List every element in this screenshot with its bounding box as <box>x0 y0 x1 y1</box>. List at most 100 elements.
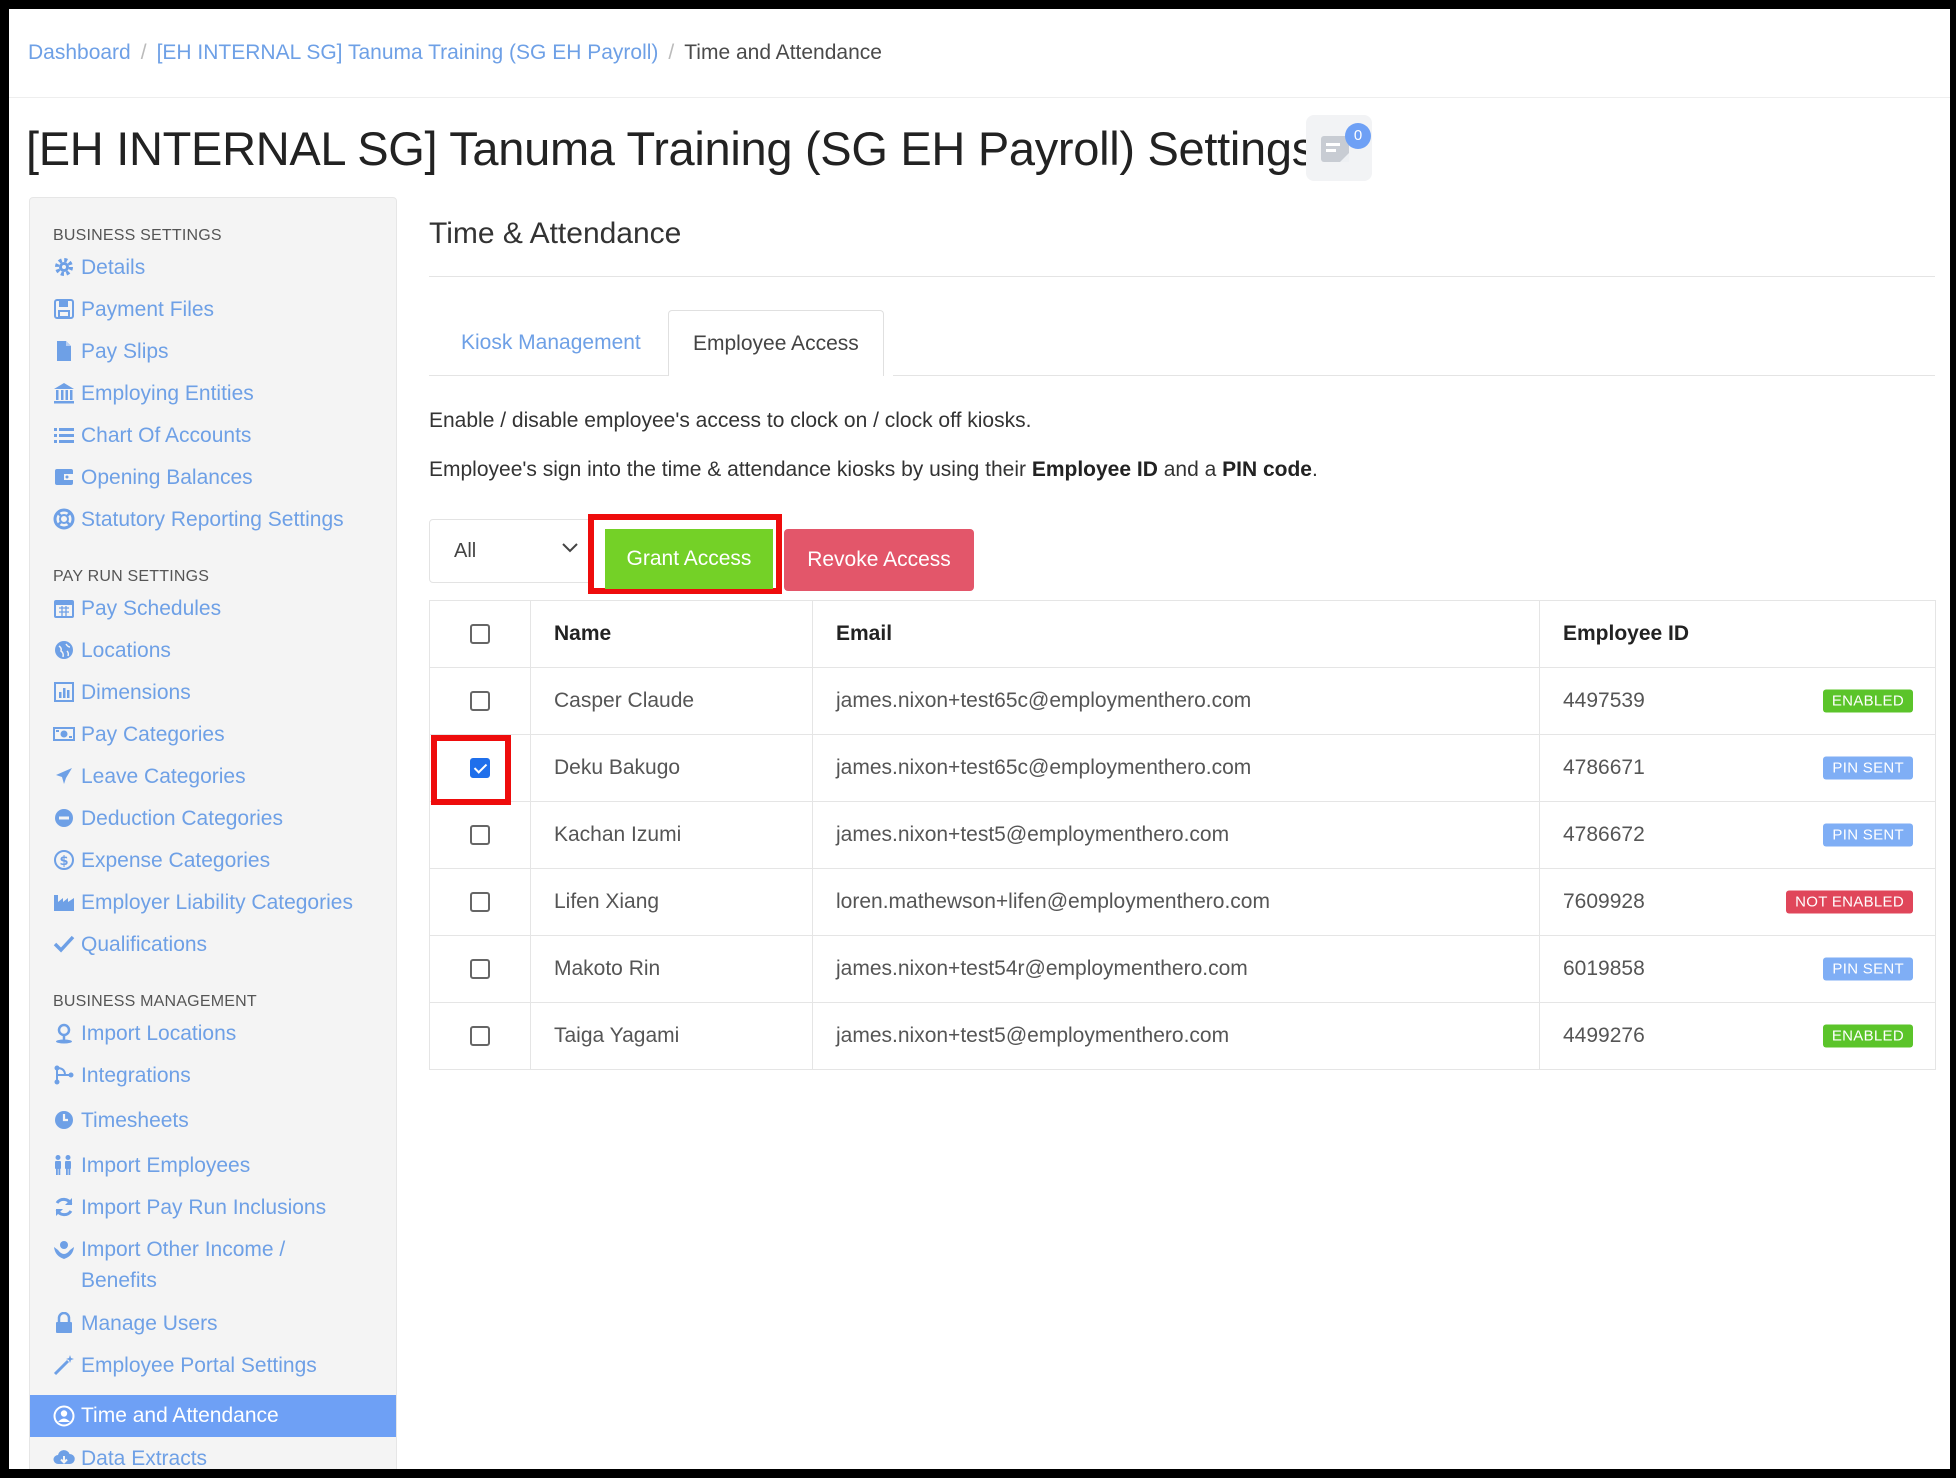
table-row: Casper Claude james.nixon+test65c@employ… <box>429 667 1936 735</box>
sidebar-item-pay-schedules[interactable]: Pay Schedules <box>53 593 221 624</box>
calendar-icon <box>54 600 74 618</box>
column-header-email[interactable]: Email <box>812 600 1540 668</box>
sidebar-item-label: Import Pay Run Inclusions <box>81 1196 327 1219</box>
employee-name: Taiga Yagami <box>530 1002 813 1070</box>
status-badge: PIN SENT <box>1823 823 1913 847</box>
pin-code-emphasis: PIN code <box>1222 458 1312 481</box>
sidebar-item-dimensions[interactable]: Dimensions <box>53 677 191 708</box>
sidebar-item-label: Time and Attendance <box>81 1404 279 1427</box>
page-title: [EH INTERNAL SG] Tanuma Training (SG EH … <box>26 122 1315 175</box>
row-checkbox[interactable] <box>470 1026 490 1047</box>
refresh-icon <box>55 1197 73 1217</box>
sidebar-item-import-pay-run-inclusions[interactable]: Import Pay Run Inclusions <box>53 1192 326 1223</box>
tab-kiosk-management[interactable]: Kiosk Management <box>437 310 665 375</box>
header-divider <box>9 97 1950 98</box>
employee-id-cell: 4499276 ENABLED <box>1539 1002 1936 1070</box>
sidebar-item-opening-balances[interactable]: Opening Balances <box>53 462 253 493</box>
employee-id-emphasis: Employee ID <box>1031 458 1158 481</box>
sidebar-item-locations[interactable]: Locations <box>53 635 171 666</box>
row-checkbox[interactable] <box>470 892 490 913</box>
sidebar-item-label: Dimensions <box>81 681 191 704</box>
sidebar-item-label: Deduction Categories <box>81 807 283 830</box>
sidebar-item-pay-categories[interactable]: Pay Categories <box>53 719 225 750</box>
status-badge: NOT ENABLED <box>1786 890 1913 914</box>
sidebar-item-label: Employer Liability Categories <box>81 891 353 914</box>
sidebar-item-data-extracts[interactable]: Data Extracts <box>53 1443 207 1469</box>
sidebar-item-statutory-reporting-settings[interactable]: Statutory Reporting Settings <box>53 504 344 535</box>
description-line-2: Employee's sign into the time & attendan… <box>429 458 1318 481</box>
globe-icon <box>55 641 73 659</box>
sidebar-item-deduction-categories[interactable]: Deduction Categories <box>53 803 283 834</box>
row-checkbox[interactable] <box>470 959 490 980</box>
sidebar-item-label: Timesheets <box>81 1109 189 1132</box>
sidebar-item-import-other-income-benefits[interactable]: Import Other Income / Benefits <box>53 1234 353 1296</box>
sidebar-item-qualifications[interactable]: Qualifications <box>53 929 207 960</box>
status-badge: PIN SENT <box>1823 957 1913 981</box>
sidebar-item-details[interactable]: Details <box>53 252 145 283</box>
breadcrumb-separator: / <box>140 41 147 64</box>
tab-employee-access[interactable]: Employee Access <box>668 310 884 376</box>
breadcrumb-separator: / <box>668 41 675 64</box>
sidebar-item-expense-categories[interactable]: $ Expense Categories <box>53 845 270 876</box>
sidebar-item-time-and-attendance[interactable]: Time and Attendance <box>30 1395 396 1437</box>
status-filter-select[interactable]: All <box>429 519 594 583</box>
save-icon <box>54 299 74 319</box>
sidebar-item-label: Employee Portal Settings <box>81 1354 317 1377</box>
sidebar-item-timesheets[interactable]: Timesheets <box>53 1105 189 1136</box>
sidebar-item-import-employees[interactable]: Import Employees <box>53 1150 250 1181</box>
sidebar-item-chart-of-accounts[interactable]: Chart Of Accounts <box>53 420 251 451</box>
notes-button[interactable]: 0 <box>1306 115 1372 181</box>
people-icon <box>55 1155 71 1175</box>
factory-icon <box>54 895 74 911</box>
check-icon <box>53 935 75 953</box>
sidebar-item-employing-entities[interactable]: Employing Entities <box>53 378 254 409</box>
integration-icon <box>54 1065 74 1085</box>
sidebar-item-label: Qualifications <box>81 933 208 956</box>
sidebar-heading-business-management: BUSINESS MANAGEMENT <box>53 993 257 1010</box>
table-header-row: Name Email Employee ID <box>429 600 1936 668</box>
sidebar-item-import-locations[interactable]: Import Locations <box>53 1018 236 1049</box>
employee-id-cell: 7609928 NOT ENABLED <box>1539 868 1936 936</box>
breadcrumb-business[interactable]: [EH INTERNAL SG] Tanuma Training (SG EH … <box>157 41 659 65</box>
sidebar-item-integrations[interactable]: Integrations <box>53 1060 191 1091</box>
wallet-icon <box>55 469 73 485</box>
table-row: Lifen Xiang loren.mathewson+lifen@employ… <box>429 868 1936 936</box>
hands-icon <box>54 1241 74 1259</box>
grant-access-button[interactable]: Grant Access <box>605 529 773 589</box>
column-header-name[interactable]: Name <box>530 600 813 668</box>
table-row: Makoto Rin james.nixon+test54r@employmen… <box>429 935 1936 1003</box>
employee-name: Lifen Xiang <box>530 868 813 936</box>
row-checkbox[interactable] <box>470 825 490 846</box>
employee-name: Kachan Izumi <box>530 801 813 869</box>
description-line-1: Enable / disable employee's access to cl… <box>429 409 1032 432</box>
sidebar-heading-pay-run-settings: PAY RUN SETTINGS <box>53 568 210 585</box>
app-window: Dashboard / [EH INTERNAL SG] Tanuma Trai… <box>9 9 1950 1469</box>
settings-sidebar: BUSINESS SETTINGS Details Payment Files … <box>29 197 397 1469</box>
section-title: Time & Attendance <box>429 217 682 250</box>
employee-id: 4499276 <box>1563 1024 1645 1047</box>
employee-email: james.nixon+test5@employmenthero.com <box>812 801 1540 869</box>
breadcrumb-dashboard[interactable]: Dashboard <box>28 41 131 65</box>
sidebar-item-manage-users[interactable]: Manage Users <box>53 1308 218 1339</box>
sidebar-item-payment-files[interactable]: Payment Files <box>53 294 214 325</box>
revoke-access-button[interactable]: Revoke Access <box>784 529 974 591</box>
select-all-checkbox[interactable] <box>470 624 490 645</box>
employee-email: james.nixon+test65c@employmenthero.com <box>812 667 1540 735</box>
sidebar-item-leave-categories[interactable]: Leave Categories <box>53 761 246 792</box>
dollar-circle-icon: $ <box>54 850 74 870</box>
row-checkbox[interactable] <box>470 691 490 712</box>
sidebar-item-employer-liability-categories[interactable]: Employer Liability Categories <box>53 887 353 918</box>
column-header-employee-id[interactable]: Employee ID <box>1539 600 1936 668</box>
sidebar-item-label: Payment Files <box>81 298 215 321</box>
sidebar-item-employee-portal-settings[interactable]: Employee Portal Settings <box>53 1350 317 1381</box>
sidebar-item-label: Expense Categories <box>81 849 271 872</box>
employee-id: 6019858 <box>1563 957 1645 980</box>
sidebar-item-label: Pay Categories <box>81 723 225 746</box>
selected-checkbox-highlight <box>431 735 511 805</box>
sidebar-item-label: Statutory Reporting Settings <box>81 508 344 531</box>
sidebar-item-pay-slips[interactable]: Pay Slips <box>53 336 169 367</box>
sidebar-item-label: Leave Categories <box>81 765 246 788</box>
sidebar-item-label: Pay Schedules <box>81 597 222 620</box>
breadcrumb: Dashboard / [EH INTERNAL SG] Tanuma Trai… <box>28 41 882 65</box>
employee-id: 4497539 <box>1563 689 1645 712</box>
